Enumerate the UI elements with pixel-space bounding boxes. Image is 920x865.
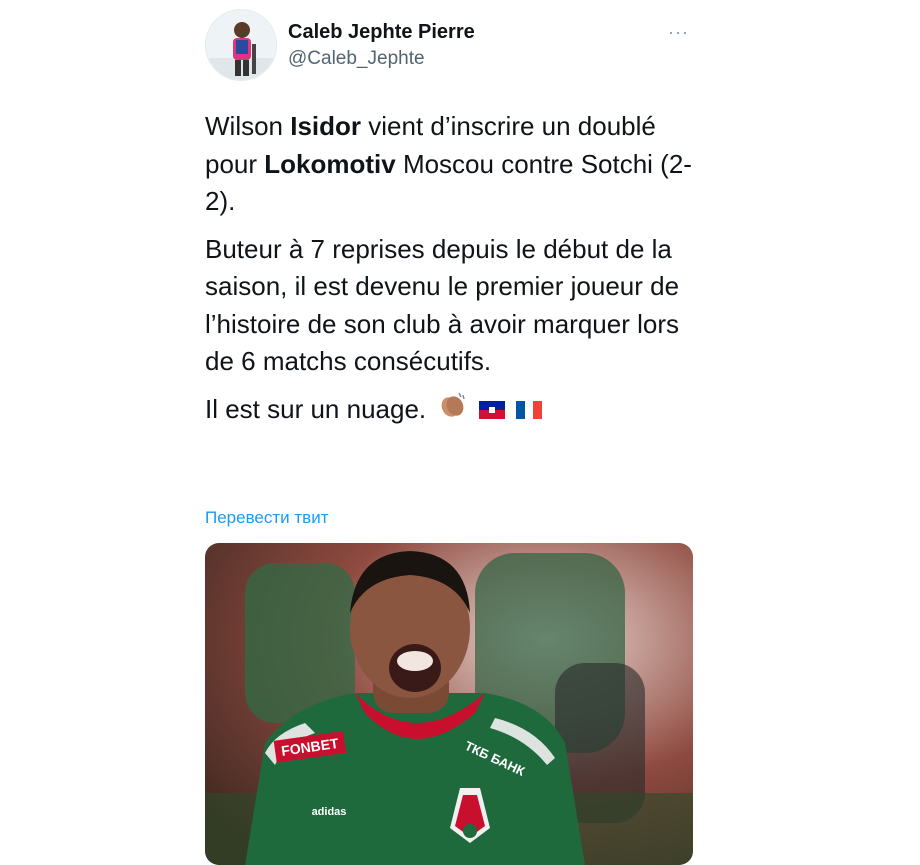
jersey-brand-text: adidas [312, 806, 347, 818]
more-icon[interactable]: ··· [668, 22, 689, 43]
haiti-flag-icon [478, 392, 505, 430]
tweet-text-span: Il est sur un nuage. [205, 393, 427, 424]
france-flag-icon [515, 392, 542, 430]
clapping-hands-icon [437, 391, 467, 430]
tweet-paragraph-3: Il est sur un nuage. [205, 391, 705, 430]
tweet-photo[interactable]: FONBET ТКБ БАНК adidas [205, 543, 693, 865]
tweet-paragraph-1: Wilson Isidor vient d’inscrire un doublé… [205, 108, 705, 221]
author-handle[interactable]: @Caleb_Jephte [288, 48, 425, 70]
tweet-text: Wilson Isidor vient d’inscrire un doublé… [205, 108, 705, 440]
author-avatar[interactable] [205, 9, 277, 81]
tweet-text-span: Wilson [205, 111, 291, 141]
translate-tweet-link[interactable]: Перевести твит [205, 508, 328, 528]
tweet-paragraph-2: Buteur à 7 reprises depuis le début de l… [205, 233, 680, 377]
author-name[interactable]: Caleb Jephte Pierre [288, 21, 475, 44]
tweet-bold-isidor: Isidor [290, 111, 362, 141]
tweet-bold-lokomotiv: Lokomotiv [264, 148, 396, 179]
